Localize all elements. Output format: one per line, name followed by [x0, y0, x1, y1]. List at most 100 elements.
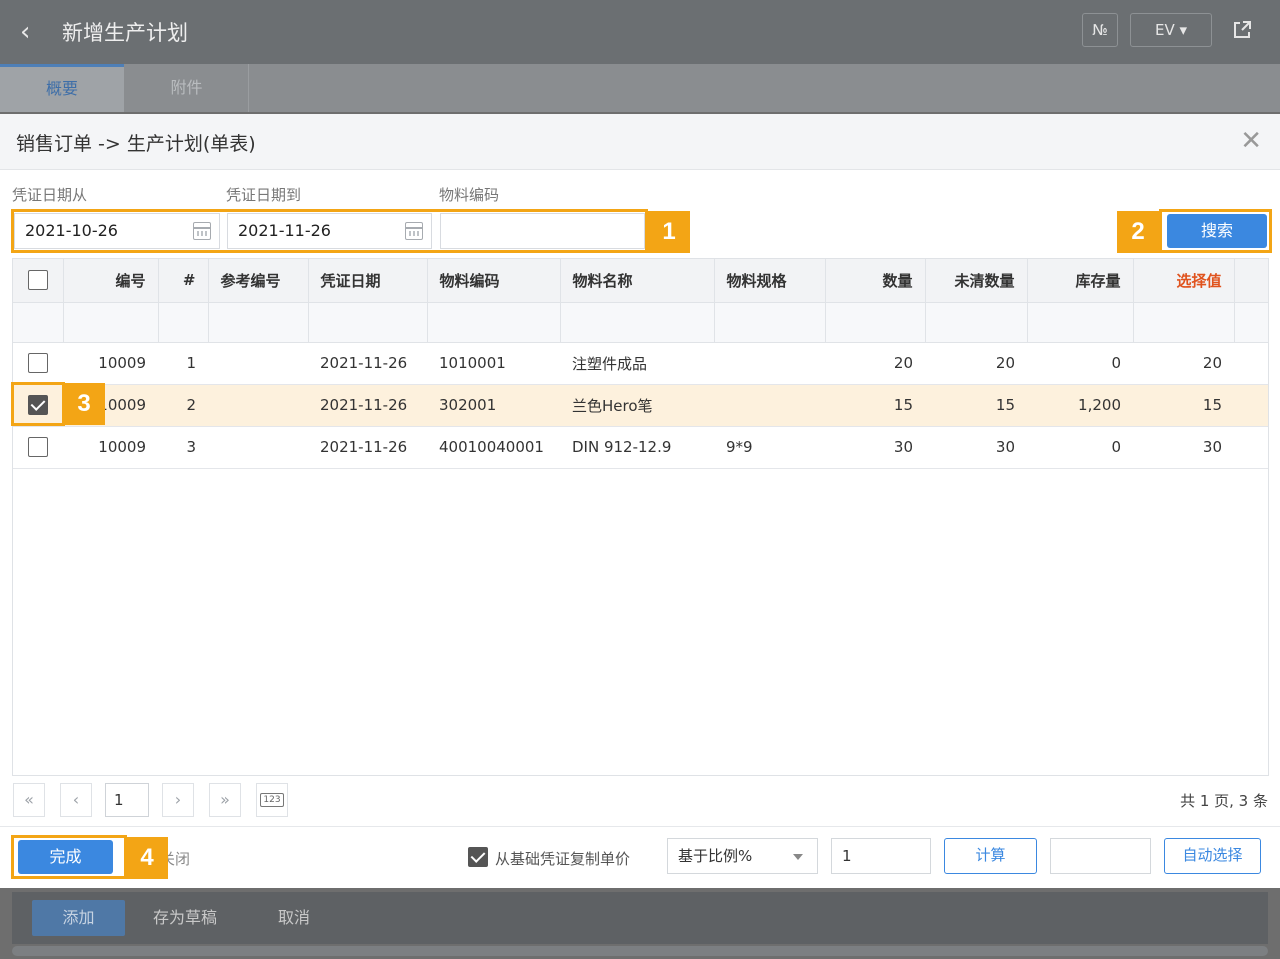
callout-badge-4: 4 [126, 837, 168, 879]
filter-cell[interactable] [825, 302, 926, 343]
row-checkbox[interactable] [28, 353, 48, 373]
cell-select-value[interactable]: 15 [1133, 384, 1234, 427]
filter-cell[interactable] [1133, 302, 1235, 343]
auto-select-button[interactable]: 自动选择 [1164, 838, 1261, 874]
page-title: 新增生产计划 [62, 21, 188, 45]
row-checkbox[interactable] [28, 437, 48, 457]
cell-index: 1 [158, 342, 208, 385]
cell-spacer [1234, 426, 1268, 469]
cell-stock: 1,200 [1027, 384, 1133, 427]
cell-material-name: 注塑件成品 [560, 342, 714, 385]
col-header-no[interactable]: 编号 [63, 259, 159, 303]
col-header-ref-no[interactable]: 参考编号 [208, 259, 309, 303]
cell-ref-no [208, 342, 308, 385]
col-header-qty[interactable]: 数量 [825, 259, 926, 303]
cell-select-value[interactable]: 20 [1133, 342, 1234, 385]
cell-qty: 20 [825, 342, 925, 385]
add-button[interactable]: 添加 [32, 900, 125, 936]
cell-material-spec: 9*9 [714, 426, 825, 469]
col-header-spacer [1234, 259, 1269, 303]
order-lines-table: 编号 # 参考编号 凭证日期 物料编码 物料名称 物料规格 数量 未清数量 库存… [12, 258, 1269, 776]
col-header-open-qty[interactable]: 未清数量 [925, 259, 1028, 303]
cancel-button[interactable]: 取消 [278, 900, 310, 936]
tab-overview[interactable]: 概要 [0, 64, 124, 112]
dialog-title: 销售订单 -> 生产计划(单表) [16, 133, 256, 155]
filter-cell[interactable] [208, 302, 309, 343]
table-row[interactable]: 10009 3 2021-11-26 40010040001 DIN 912-1… [13, 426, 1268, 469]
col-header-stock[interactable]: 库存量 [1027, 259, 1134, 303]
cell-ref-no [208, 384, 308, 427]
next-page-button[interactable]: › [162, 783, 194, 817]
save-draft-button[interactable]: 存为草稿 [153, 900, 217, 936]
cell-select-value[interactable]: 30 [1133, 426, 1234, 469]
prev-page-button[interactable]: ‹ [60, 783, 92, 817]
number-button[interactable]: № [1082, 13, 1118, 47]
col-header-material-name[interactable]: 物料名称 [560, 259, 715, 303]
copy-price-checkbox[interactable] [468, 847, 488, 867]
callout-box-1 [11, 209, 648, 253]
tab-attachments[interactable]: 附件 [125, 64, 249, 112]
filter-cell[interactable] [925, 302, 1028, 343]
bottom-action-bar: 添加 存为草稿 取消 [12, 892, 1268, 944]
page-jump-label: 123 [260, 793, 284, 807]
filter-cell [13, 302, 64, 343]
page-number-input[interactable]: 1 [105, 783, 149, 817]
cell-material-code: 40010040001 [427, 426, 560, 469]
ratio-select[interactable]: 基于比例% [667, 838, 818, 874]
col-header-date[interactable]: 凭证日期 [308, 259, 428, 303]
filter-cell[interactable] [308, 302, 428, 343]
cell-index: 2 [158, 384, 208, 427]
callout-box-4 [11, 835, 127, 879]
caret-down-icon [793, 854, 803, 860]
cell-no: 10009 [63, 342, 158, 385]
select-all-checkbox[interactable] [27, 270, 48, 291]
back-arrow-icon[interactable]: ‹ [20, 18, 44, 46]
first-page-button[interactable]: « [13, 783, 45, 817]
share-icon[interactable] [1232, 20, 1252, 40]
filter-row [13, 302, 1269, 343]
filter-cell[interactable] [1027, 302, 1134, 343]
cell-material-name: DIN 912-12.9 [560, 426, 714, 469]
dialog-header: 销售订单 -> 生产计划(单表) ✕ [0, 114, 1280, 170]
filter-cell[interactable] [427, 302, 561, 343]
ev-dropdown-button[interactable]: EV ▾ [1130, 13, 1212, 47]
cell-index: 3 [158, 426, 208, 469]
calculate-button[interactable]: 计算 [944, 838, 1037, 874]
last-page-button[interactable]: » [209, 783, 241, 817]
cell-material-spec [714, 384, 825, 427]
cell-open-qty: 20 [925, 342, 1027, 385]
select-all-checkbox-cell [13, 259, 64, 303]
filter-cell[interactable] [714, 302, 826, 343]
search-button[interactable]: 搜索 [1167, 214, 1267, 248]
cell-qty: 30 [825, 426, 925, 469]
row-checkbox-cell [13, 342, 63, 385]
horizontal-scrollbar[interactable] [12, 946, 1268, 956]
cell-date: 2021-11-26 [308, 342, 427, 385]
col-header-material-spec[interactable]: 物料规格 [714, 259, 826, 303]
cell-open-qty: 15 [925, 384, 1027, 427]
cell-ref-no [208, 426, 308, 469]
col-header-material-code[interactable]: 物料编码 [427, 259, 561, 303]
page-jump-icon[interactable]: 123 [256, 783, 288, 817]
footer-divider [0, 826, 1280, 827]
col-header-index[interactable]: # [158, 259, 209, 303]
col-header-select-value[interactable]: 选择值 [1133, 259, 1235, 303]
close-icon[interactable]: ✕ [1240, 126, 1262, 156]
table-row[interactable]: 10009 2 2021-11-26 302001 兰色Hero笔 15 15 … [13, 384, 1268, 427]
date-to-label: 凭证日期到 [226, 186, 302, 204]
cell-material-name: 兰色Hero笔 [560, 384, 714, 427]
date-from-label: 凭证日期从 [12, 186, 88, 204]
table-row[interactable]: 10009 1 2021-11-26 1010001 注塑件成品 20 20 0… [13, 342, 1268, 385]
filter-cell[interactable] [560, 302, 715, 343]
calc-result-input[interactable] [1050, 838, 1151, 874]
cell-material-code: 1010001 [427, 342, 560, 385]
filter-cell[interactable] [158, 302, 209, 343]
cell-date: 2021-11-26 [308, 384, 427, 427]
tab-bar: 概要 附件 [0, 64, 1280, 112]
cell-stock: 0 [1027, 342, 1133, 385]
filter-cell[interactable] [63, 302, 159, 343]
callout-box-3 [11, 382, 65, 426]
ratio-input[interactable]: 1 [831, 838, 931, 874]
page-info: 共 1 页, 3 条 [1180, 792, 1268, 810]
cell-spacer [1234, 342, 1268, 385]
